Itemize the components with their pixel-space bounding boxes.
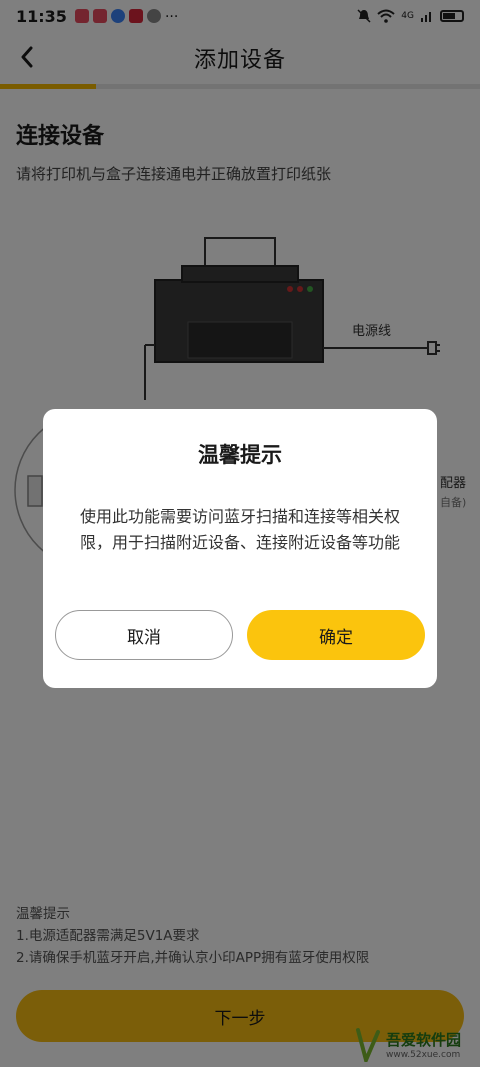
confirm-button[interactable]: 确定: [247, 610, 425, 660]
dialog-title: 温馨提示: [198, 443, 282, 467]
permission-dialog: 温馨提示 使用此功能需要访问蓝牙扫描和连接等相关权限，用于扫描附近设备、连接附近…: [43, 409, 437, 688]
cancel-button[interactable]: 取消: [55, 610, 233, 660]
dialog-message: 使用此功能需要访问蓝牙扫描和连接等相关权限，用于扫描附近设备、连接附近设备等功能: [79, 507, 400, 552]
